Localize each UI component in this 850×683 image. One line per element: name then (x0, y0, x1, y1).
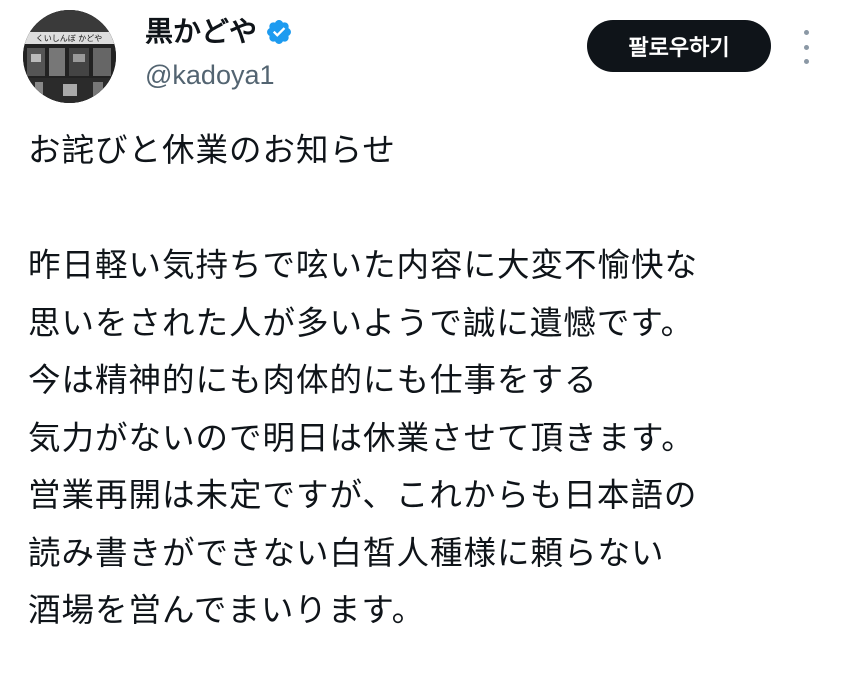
author-name-row: 黒かどや (145, 14, 293, 50)
tweet-line: 酒場を営んでまいります。 (28, 591, 426, 629)
follow-button[interactable]: 팔로우하기 (587, 20, 771, 72)
verified-badge-icon (265, 18, 293, 46)
tweet-line: お詫びと休業のお知らせ (28, 131, 396, 169)
tweet-line: 昨日軽い気持ちで呟いた内容に大変不愉快な (28, 246, 699, 284)
tweet-header: くいしんぼ かどや 黒かどや @kadoya1 팔로우하기 (0, 0, 850, 110)
avatar-sign-text: くいしんぼ かどや (36, 34, 103, 43)
more-options-button[interactable] (795, 30, 817, 64)
tweet-line: 気力がないので明日は休業させて頂きます。 (28, 418, 695, 457)
author-avatar[interactable]: くいしんぼ かどや (23, 10, 116, 103)
tweet-line: 今は精神的にも肉体的にも仕事をする (28, 361, 598, 399)
tweet-text: お詫びと休業のお知らせ 昨日軽い気持ちで呟いた内容に大変不愉快な 思いをされた人… (28, 122, 828, 640)
tweet-line: 営業再開は未定ですが、これからも日本語の (28, 476, 698, 514)
author-handle[interactable]: @kadoya1 (145, 58, 275, 92)
storefront-photo-avatar-icon: くいしんぼ かどや (23, 10, 116, 103)
author-display-name[interactable]: 黒かどや (145, 14, 257, 50)
tweet-line: 読み書きができない白皙人種様に頼らない (28, 533, 665, 572)
tweet-line (28, 180, 828, 238)
vertical-dots-icon (803, 30, 809, 35)
tweet-line: 思いをされた人が多いようで誠に遺憾です。 (28, 303, 695, 342)
